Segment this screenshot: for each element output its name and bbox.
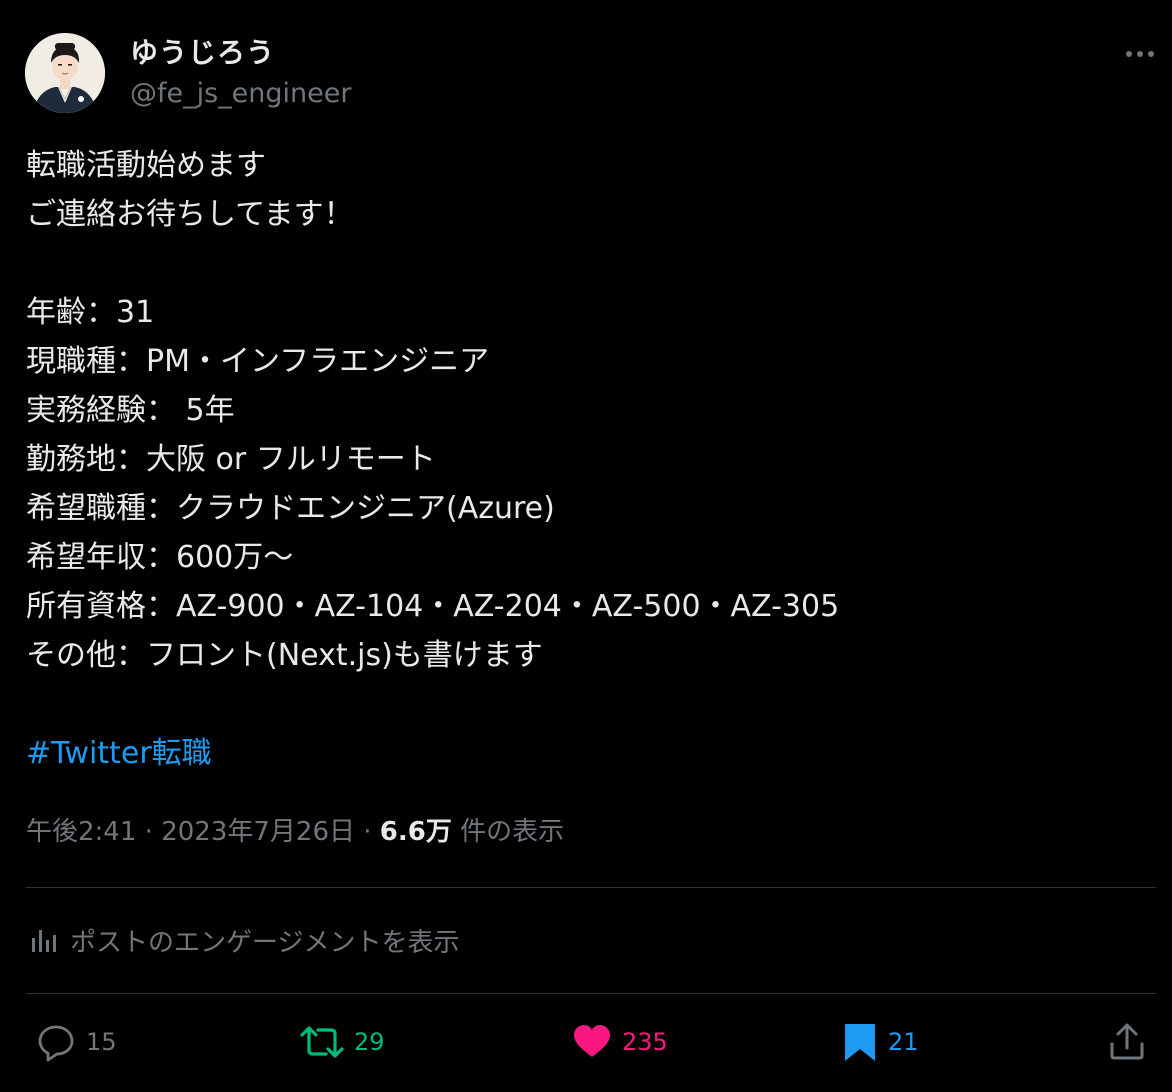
user-handle[interactable]: @fe_js_engineer — [130, 77, 351, 111]
tweet-date[interactable]: 2023年7月26日 — [161, 817, 355, 847]
bookmark-icon — [845, 1024, 875, 1061]
bookmark-count: 21 — [888, 1028, 919, 1056]
avatar-illustration — [25, 33, 105, 113]
tweet-line: 現職種：PM・インフラエンジニア — [26, 344, 490, 379]
bookmark-button[interactable]: 21 — [842, 1020, 919, 1064]
reply-count: 15 — [86, 1028, 117, 1056]
tweet-time[interactable]: 午後2:41 — [26, 817, 136, 847]
tweet-line: 所有資格：AZ-900・AZ-104・AZ-204・AZ-500・AZ-305 — [26, 589, 840, 624]
tweet-line: 希望職種：クラウドエンジニア(Azure) — [26, 491, 555, 526]
tweet-line: 実務経験： 5年 — [26, 393, 235, 428]
share-icon — [1110, 1023, 1144, 1060]
reply-button[interactable]: 15 — [36, 1020, 117, 1064]
more-button[interactable] — [1118, 40, 1162, 68]
like-button[interactable]: 235 — [572, 1020, 668, 1064]
tweet-line: 年齢：31 — [26, 295, 155, 330]
view-engagement-link[interactable]: ポストのエンゲージメントを表示 — [30, 920, 459, 960]
retweet-icon — [300, 1026, 344, 1058]
more-icon — [1126, 51, 1154, 57]
display-name[interactable]: ゆうじろう — [130, 36, 275, 70]
share-button[interactable] — [1108, 1020, 1146, 1064]
meta-separator: · — [354, 817, 380, 847]
tweet-text: 転職活動始めます ご連絡お待ちしてます！ 年齢：31 現職種：PM・インフラエン… — [26, 141, 1146, 680]
reply-icon — [38, 1025, 74, 1062]
retweet-button[interactable]: 29 — [300, 1020, 385, 1064]
view-engagement-label: ポストのエンゲージメントを表示 — [70, 927, 460, 958]
like-count: 235 — [622, 1028, 668, 1056]
views-count: 6.6万 — [379, 817, 452, 847]
avatar[interactable] — [25, 33, 105, 113]
views-label: 件の表示 — [451, 817, 565, 847]
meta-separator: · — [136, 817, 162, 847]
retweet-count: 29 — [354, 1028, 385, 1056]
tweet-line: 勤務地：大阪 or フルリモート — [26, 442, 436, 477]
tweet-line: ご連絡お待ちしてます！ — [26, 197, 354, 232]
heart-icon — [574, 1025, 610, 1057]
tweet-line: 転職活動始めます — [26, 148, 266, 183]
divider — [26, 887, 1156, 888]
tweet-line: 希望年収：600万〜 — [26, 540, 294, 575]
tweet-line — [26, 239, 1146, 288]
bar-chart-icon — [32, 930, 56, 952]
hashtag-link[interactable]: #Twitter転職 — [26, 729, 212, 778]
tweet: ゆうじろう @fe_js_engineer 転職活動始めます ご連絡お待ちしてま… — [0, 0, 1172, 1092]
tweet-line: その他：フロント(Next.js)も書けます — [26, 638, 543, 673]
divider — [26, 993, 1156, 994]
tweet-meta: 午後2:41 · 2023年7月26日 · 6.6万 件の表示 — [26, 813, 564, 851]
